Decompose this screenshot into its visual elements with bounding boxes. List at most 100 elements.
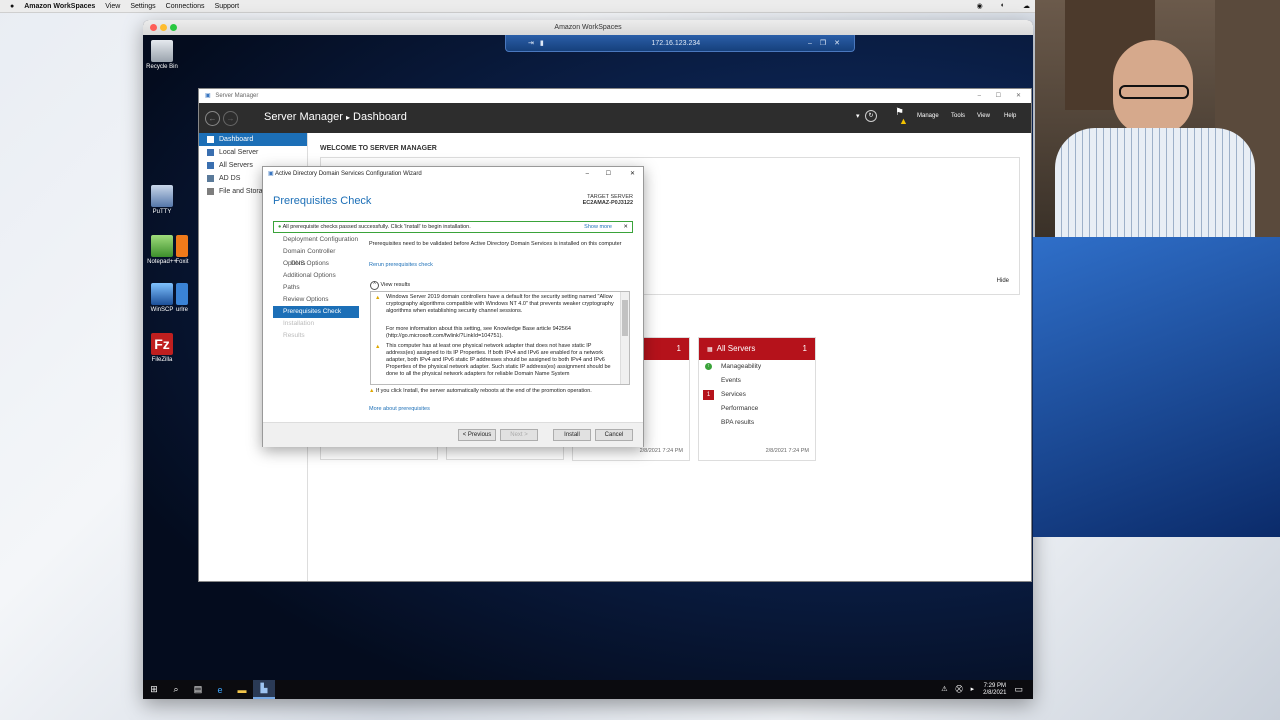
windows-taskbar: ⊞ ⌕ ▤ e ▬ ▙ ⚠ ⛒ ▸ 7:29 PM 2/8/2021 ▭ [143,680,1033,699]
tile-row-label: Events [721,377,741,384]
next-button: Next > [500,429,538,441]
server-manager-titlebar[interactable]: ▣ Server Manager – ☐ ✕ [199,89,1031,103]
servers-icon [207,162,214,169]
restore-icon[interactable]: ❐ [820,39,826,47]
results-list[interactable]: ▲ Windows Server 2019 domain controllers… [370,291,630,385]
connection-bar: ⇥ ▮ 172.16.123.234 – ❐ ✕ [505,35,855,52]
nav-additional-options[interactable]: Additional Options [273,270,359,282]
servers-icon: ▦ [707,347,713,353]
tile-row-label: Services [721,391,746,398]
view-results-label: View results [380,282,411,288]
clock-time: 7:29 PM [983,682,1006,689]
nav-paths[interactable]: Paths [273,282,359,294]
desktop-icon-url[interactable]: urlre [171,283,193,313]
webcam-overlay [1035,0,1280,237]
cancel-button[interactable]: Cancel [595,429,633,441]
menu-help[interactable]: Help [1004,113,1016,119]
all-servers-tile[interactable]: ▦ All Servers 1 ↑ Manageability Events 1 Se… [698,337,816,461]
sidebar-item-local-server[interactable]: Local Server [199,146,307,159]
start-icon[interactable]: ⊞ [143,680,165,699]
nav-domain-controller-options[interactable]: Domain Controller Options [273,246,359,267]
maximize-button[interactable]: ☐ [606,167,611,181]
minimize-window-button[interactable] [160,24,167,31]
glasses [1119,85,1189,99]
close-button[interactable]: ✕ [630,167,635,181]
maximize-button[interactable]: ☐ [996,89,1001,103]
check-circle-icon: ● [278,224,282,230]
notification-icon[interactable]: ▭ [1014,684,1023,695]
minimize-button[interactable]: – [978,89,981,103]
nav-deployment-configuration[interactable]: Deployment Configuration [273,234,359,246]
connection-ip: 172.16.123.234 [651,39,701,47]
workspaces-titlebar[interactable]: Amazon WorkSpaces [143,20,1033,35]
ie-icon[interactable]: e [209,680,231,699]
check-icon: ↑ [705,363,712,370]
rerun-link[interactable]: Rerun prerequisites check [369,262,433,268]
scrollbar-thumb[interactable] [622,300,628,336]
server-manager-taskbar-icon[interactable]: ▙ [253,680,275,699]
tray-icons[interactable]: ⚠ ⛒ ▸ [941,685,977,694]
clock[interactable]: 7:29 PM 2/8/2021 [983,683,1006,697]
storage-icon [207,188,214,195]
minimize-button[interactable]: – [586,167,589,181]
wizard-icon: ▣ [268,171,274,177]
menu-support[interactable]: Support [215,3,240,10]
foxit-icon [176,235,188,257]
wizard-heading: Prerequisites Check [273,195,372,207]
tile-row-services[interactable]: 1 Services [699,388,815,402]
status-icon[interactable]: ◐ [1001,2,1005,10]
tile-row-bpa[interactable]: BPA results [699,416,815,430]
menu-view[interactable]: View [105,3,120,10]
wizard-titlebar[interactable]: ▣ Active Directory Domain Services Confi… [263,167,643,181]
search-icon[interactable]: ⌕ [165,680,187,699]
task-view-icon[interactable]: ▤ [187,680,209,699]
forward-arrow-icon[interactable]: → [223,111,238,126]
tile-row-manageability[interactable]: ↑ Manageability [699,360,815,374]
previous-button[interactable]: < Previous [458,429,496,441]
pin-icon[interactable]: ⇥ [528,39,534,47]
menu-manage[interactable]: Manage [917,113,939,119]
menu-settings[interactable]: Settings [130,3,155,10]
close-button[interactable]: ✕ [1016,89,1021,103]
zoom-window-button[interactable] [170,24,177,31]
tile-row-events[interactable]: Events [699,374,815,388]
apple-menu-icon[interactable]: ● [10,3,14,10]
nav-review-options[interactable]: Review Options [273,294,359,306]
sidebar-item-dashboard[interactable]: Dashboard [199,133,307,146]
show-more-link[interactable]: Show more [584,222,612,232]
menu-view[interactable]: View [977,113,990,119]
menu-connections[interactable]: Connections [166,3,205,10]
tile-header: ▦ All Servers 1 [699,338,815,360]
breadcrumb-app[interactable]: Server Manager [264,111,343,123]
tile-row-label: Performance [721,405,759,412]
close-window-button[interactable] [150,24,157,31]
close-icon[interactable]: ✕ [834,39,840,47]
scrollbar[interactable] [620,292,629,384]
app-menu[interactable]: Amazon WorkSpaces [24,3,95,10]
url-icon [176,283,188,305]
more-about-link[interactable]: More about prerequisites [369,406,430,412]
desktop-icon-label: PuTTY [152,209,172,215]
back-arrow-icon[interactable]: ← [205,111,220,126]
file-explorer-icon[interactable]: ▬ [231,680,253,699]
services-badge: 1 [703,390,714,400]
close-icon[interactable]: ✕ [623,222,628,232]
menu-tools[interactable]: Tools [951,113,965,119]
desktop-icon-putty[interactable]: PuTTY [143,185,181,215]
dropdown-icon[interactable]: ▾ [856,112,860,120]
desktop-icon-foxit[interactable]: Foxit [171,235,193,265]
view-results-toggle[interactable]: ^ View results [370,281,410,290]
install-button[interactable]: Install [553,429,591,441]
hide-link[interactable]: Hide [997,278,1009,284]
tile-row-performance[interactable]: Performance [699,402,815,416]
nav-prerequisites-check[interactable]: Prerequisites Check [273,306,359,318]
sidebar-item-label: Dashboard [219,136,254,143]
warning-icon: ▲ [899,116,908,126]
desktop-icon-filezilla[interactable]: Fz FileZilla [143,333,181,363]
desktop-icon-label: urlre [175,307,188,313]
desktop-icon-recycle-bin[interactable]: Recycle Bin [143,40,181,70]
cloud-icon[interactable]: ☁ [1023,2,1030,10]
status-icon[interactable]: ◉ [977,2,983,10]
refresh-icon[interactable]: ↻ [865,110,877,122]
minimize-icon[interactable]: – [808,40,812,47]
